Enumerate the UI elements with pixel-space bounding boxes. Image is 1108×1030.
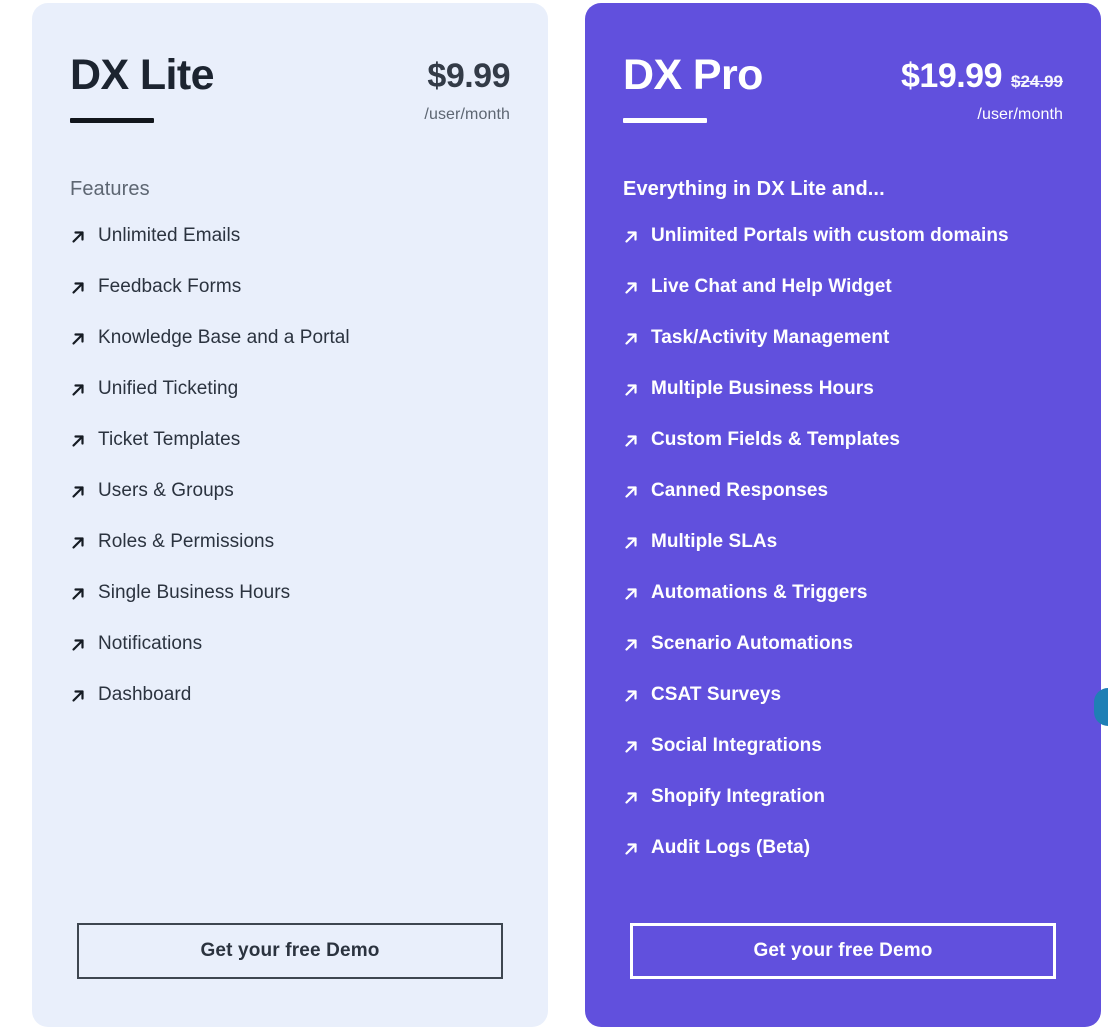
arrow-up-right-icon xyxy=(72,282,84,294)
plan-price-block: $19.99 $24.99 /user/month xyxy=(901,47,1063,124)
feature-list-item: CSAT Surveys xyxy=(623,684,1063,735)
arrow-up-right-icon xyxy=(72,537,84,549)
feature-label: Dashboard xyxy=(98,684,192,705)
feature-label: Automations & Triggers xyxy=(651,582,868,603)
feature-list-item: Automations & Triggers xyxy=(623,582,1063,633)
price-row: $9.99 xyxy=(424,57,510,96)
feature-label: Task/Activity Management xyxy=(651,327,890,348)
arrow-up-right-icon xyxy=(625,537,637,549)
arrow-up-right-icon xyxy=(72,333,84,345)
pricing-card-dx-pro: DX Pro $19.99 $24.99 /user/month Everyth… xyxy=(585,3,1101,1027)
feature-list-item: Multiple SLAs xyxy=(623,531,1063,582)
feature-label: Custom Fields & Templates xyxy=(651,429,901,450)
pricing-card-dx-lite: DX Lite $9.99 /user/month Features Unlim… xyxy=(32,3,548,1027)
arrow-up-right-icon xyxy=(625,741,637,753)
plan-price-period: /user/month xyxy=(977,106,1063,123)
get-free-demo-button-dx-pro[interactable]: Get your free Demo xyxy=(630,923,1056,979)
feature-label: Feedback Forms xyxy=(98,276,242,297)
arrow-up-right-icon xyxy=(625,486,637,498)
plan-price: $19.99 xyxy=(901,57,1003,95)
get-free-demo-button-dx-lite[interactable]: Get your free Demo xyxy=(77,923,503,979)
feature-list-dx-lite: Unlimited Emails Feedback Forms Knowledg… xyxy=(70,225,510,735)
feature-label: Multiple SLAs xyxy=(651,531,778,552)
plan-title-block: DX Pro xyxy=(623,47,763,124)
features-heading: Everything in DX Lite and... xyxy=(623,178,885,200)
arrow-up-right-icon xyxy=(625,282,637,294)
arrow-up-right-icon xyxy=(625,231,637,243)
plan-price-original: $24.99 xyxy=(1011,72,1063,91)
title-underline-rule xyxy=(70,118,154,124)
feature-label: Roles & Permissions xyxy=(98,531,275,552)
arrow-up-right-icon xyxy=(72,486,84,498)
feature-label: Scenario Automations xyxy=(651,633,853,654)
feature-label: Multiple Business Hours xyxy=(651,378,874,399)
feature-label: Canned Responses xyxy=(651,480,829,501)
feature-list-item: Users & Groups xyxy=(70,480,510,531)
plan-price-block: $9.99 /user/month xyxy=(424,47,510,124)
arrow-up-right-icon xyxy=(625,690,637,702)
feature-label: Knowledge Base and a Portal xyxy=(98,327,350,348)
plan-price-period: /user/month xyxy=(424,106,510,123)
feature-label: Unlimited Portals with custom domains xyxy=(651,225,1009,246)
plan-name: DX Pro xyxy=(623,51,763,99)
plan-title-block: DX Lite xyxy=(70,47,215,124)
feature-list-item: Single Business Hours xyxy=(70,582,510,633)
arrow-up-right-icon xyxy=(72,690,84,702)
arrow-up-right-icon xyxy=(72,639,84,651)
chat-bubble-icon[interactable] xyxy=(1094,688,1108,726)
plan-price: $9.99 xyxy=(427,57,510,95)
arrow-up-right-icon xyxy=(625,384,637,396)
feature-list-item: Knowledge Base and a Portal xyxy=(70,327,510,378)
arrow-up-right-icon xyxy=(625,333,637,345)
feature-list-item: Live Chat and Help Widget xyxy=(623,276,1063,327)
arrow-up-right-icon xyxy=(72,588,84,600)
feature-list-item: Ticket Templates xyxy=(70,429,510,480)
arrow-up-right-icon xyxy=(72,384,84,396)
feature-list-item: Notifications xyxy=(70,633,510,684)
feature-list-item: Custom Fields & Templates xyxy=(623,429,1063,480)
feature-label: Single Business Hours xyxy=(98,582,291,603)
feature-label: Shopify Integration xyxy=(651,786,826,807)
title-underline-rule xyxy=(623,118,707,124)
feature-label: Live Chat and Help Widget xyxy=(651,276,892,297)
features-heading: Features xyxy=(70,178,150,200)
arrow-up-right-icon xyxy=(72,435,84,447)
feature-label: Notifications xyxy=(98,633,203,654)
feature-list-item: Dashboard xyxy=(70,684,510,735)
feature-list-item: Audit Logs (Beta) xyxy=(623,837,1063,888)
feature-label: Audit Logs (Beta) xyxy=(651,837,811,858)
price-row: $19.99 $24.99 xyxy=(901,57,1063,96)
feature-list-item: Roles & Permissions xyxy=(70,531,510,582)
feature-list-item: Unified Ticketing xyxy=(70,378,510,429)
card-header-dx-lite: DX Lite $9.99 /user/month xyxy=(70,47,510,124)
feature-label: Social Integrations xyxy=(651,735,822,756)
feature-list-item: Scenario Automations xyxy=(623,633,1063,684)
arrow-up-right-icon xyxy=(625,792,637,804)
feature-label: Ticket Templates xyxy=(98,429,241,450)
feature-list-item: Multiple Business Hours xyxy=(623,378,1063,429)
feature-list-item: Unlimited Emails xyxy=(70,225,510,276)
arrow-up-right-icon xyxy=(625,435,637,447)
feature-list-item: Social Integrations xyxy=(623,735,1063,786)
arrow-up-right-icon xyxy=(625,588,637,600)
feature-list-dx-pro: Unlimited Portals with custom domains Li… xyxy=(623,225,1063,888)
feature-label: Unified Ticketing xyxy=(98,378,239,399)
arrow-up-right-icon xyxy=(72,231,84,243)
feature-label: CSAT Surveys xyxy=(651,684,782,705)
arrow-up-right-icon xyxy=(625,843,637,855)
feature-label: Users & Groups xyxy=(98,480,234,501)
feature-list-item: Shopify Integration xyxy=(623,786,1063,837)
feature-list-item: Canned Responses xyxy=(623,480,1063,531)
arrow-up-right-icon xyxy=(625,639,637,651)
feature-list-item: Unlimited Portals with custom domains xyxy=(623,225,1063,276)
pricing-plans-container: DX Lite $9.99 /user/month Features Unlim… xyxy=(0,0,1108,1030)
card-header-dx-pro: DX Pro $19.99 $24.99 /user/month xyxy=(623,47,1063,124)
plan-name: DX Lite xyxy=(70,51,215,99)
feature-label: Unlimited Emails xyxy=(98,225,241,246)
feature-list-item: Feedback Forms xyxy=(70,276,510,327)
feature-list-item: Task/Activity Management xyxy=(623,327,1063,378)
